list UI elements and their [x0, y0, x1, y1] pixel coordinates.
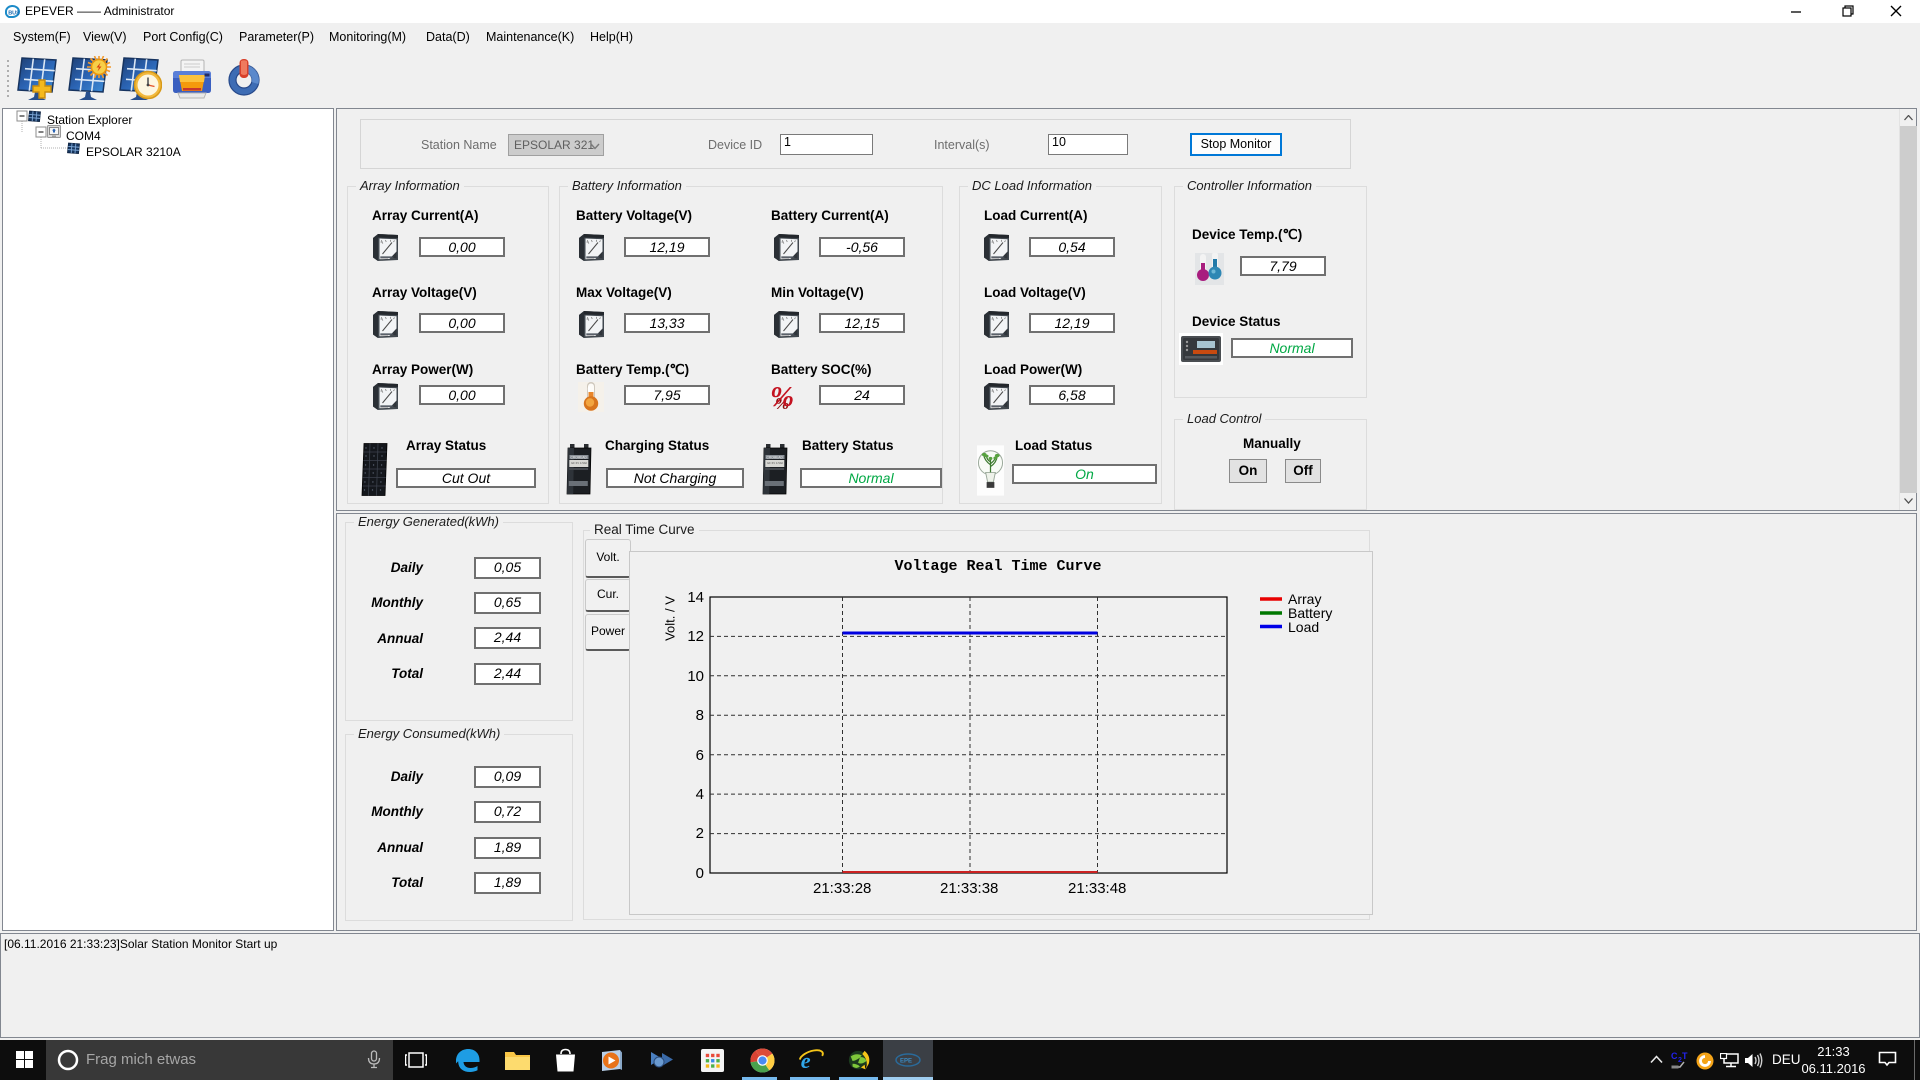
svg-text:C: C [1671, 1051, 1678, 1061]
svg-text:T: T [1682, 1051, 1688, 1061]
svg-text:EPE: EPE [900, 1059, 912, 1065]
svg-text:BUS: BUS [8, 11, 20, 17]
